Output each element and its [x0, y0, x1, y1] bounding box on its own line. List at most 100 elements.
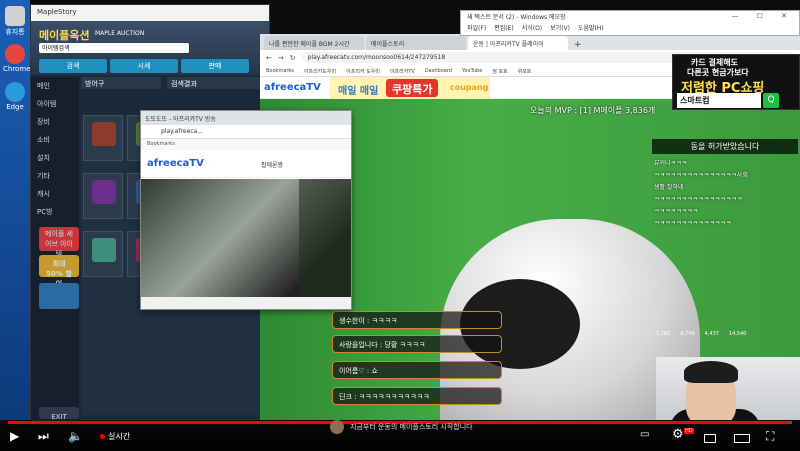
exit-button[interactable]: EXIT	[39, 407, 79, 421]
sidebar-item[interactable]: 아이템	[31, 95, 79, 113]
maple-header: 메이플옥션 MAPLE AUCTION 아이템검색 검색 시세 판매	[31, 21, 269, 75]
menu-item[interactable]: 편집(E)	[494, 23, 514, 32]
chat-line: 생활 잘하네	[654, 184, 684, 191]
chat-line: ㅋㅋㅋㅋㅋㅋㅋㅋ	[654, 208, 699, 215]
tab-search[interactable]: 검색	[39, 59, 107, 73]
desktop-icon-label: Edge	[6, 103, 24, 111]
new-tab-icon[interactable]: +	[570, 40, 586, 50]
chat-bubble: 이어름♡ : 쇼	[332, 361, 502, 379]
bookmark-item[interactable]: 위포트	[518, 68, 532, 75]
tab-price[interactable]: 시세	[110, 59, 178, 73]
item-slot[interactable]	[83, 173, 123, 219]
theater-icon[interactable]	[734, 432, 750, 446]
back-icon[interactable]: ←	[266, 54, 272, 62]
popup-tab[interactable]: 도또도또 - 아프리카TV 방송	[141, 111, 351, 125]
popup-toolbar[interactable]	[141, 297, 351, 309]
category-dropdown[interactable]: 방어구	[81, 77, 161, 89]
reload-icon[interactable]: ↻	[290, 54, 296, 62]
maple-sidebar: 메인 아이템 장비 소비 설치 기타 캐시 PC방 메이플 세이브 아이템 최대…	[31, 77, 79, 422]
desktop-icon-edge[interactable]: Edge	[3, 82, 27, 111]
settings-icon[interactable]: ⚙	[672, 427, 684, 442]
stat-value: 14,540	[728, 331, 747, 337]
sidebar-item[interactable]: 메인	[31, 77, 79, 95]
bookmark-item[interactable]: 아프리카 도우미	[346, 68, 380, 75]
fullscreen-icon[interactable]: ⛶	[766, 429, 774, 444]
pc-shop-ad[interactable]: 카드 결제해도 다른곳 현금가보다 저렴한 PC쇼핑 스마트컴 Q	[672, 54, 800, 110]
live-indicator[interactable]: 실시간	[100, 431, 130, 442]
chat-line: ㅋㅋㅋㅋㅋㅋㅋㅋㅋㅋㅋㅋㅋㅋㅋ사회	[654, 172, 748, 179]
ad-search-box[interactable]: 스마트컴	[677, 93, 761, 108]
browser-tabstrip: 나를 편안한 메이플 BGM 2시간 메이플스토리 운동 | 아프리카TV 플레…	[260, 34, 800, 50]
windows-desktop: 휴지통 Chrome Edge	[0, 0, 30, 420]
window-controls[interactable]: — ☐ ✕	[731, 12, 795, 20]
menu-item[interactable]: 도움말(H)	[578, 23, 604, 32]
forward-icon[interactable]: →	[278, 54, 284, 62]
chat-notice: 동을 허가받았습니다	[652, 139, 798, 154]
sidebar-item[interactable]: PC방	[31, 203, 79, 221]
subtitles-icon[interactable]: ▭	[640, 429, 649, 440]
tab-sell[interactable]: 판매	[181, 59, 249, 73]
popup-user[interactable]: 팝에론짱	[261, 160, 283, 169]
stat-value: 8,749	[680, 331, 695, 337]
notepad-window: 새 텍스트 문서 (2) - Windows 메모장 파일(F) 편집(E) 서…	[460, 10, 800, 36]
chat-line: ㅋㅋㅋㅋㅋㅋㅋㅋㅋㅋㅋㅋㅋㅋ	[654, 220, 732, 227]
menu-item[interactable]: 보기(V)	[550, 23, 570, 32]
play-icon[interactable]: ▶	[10, 429, 19, 443]
browser-tab[interactable]: 나를 편안한 메이플 BGM 2시간	[264, 36, 364, 50]
notepad-menu: 파일(F) 편집(E) 서식(O) 보기(V) 도움말(H)	[461, 22, 799, 33]
stat-value: 1,160	[656, 331, 671, 337]
miniplayer-icon[interactable]	[704, 432, 716, 446]
sidebar-item[interactable]: 기타	[31, 167, 79, 185]
bookmark-item[interactable]: 정 포토	[492, 68, 507, 75]
item-icon	[92, 238, 116, 262]
browser-tab[interactable]: 메이플스토리	[366, 36, 466, 50]
chat-bubble: 생수한이 : ㅋㅋㅋㅋ	[332, 311, 502, 329]
sidebar-item[interactable]: 소비	[31, 131, 79, 149]
bookmark-item[interactable]: 아프리카도우미	[304, 68, 336, 75]
maple-titlebar[interactable]: MapleStory	[31, 5, 269, 21]
next-icon[interactable]: ⏭	[38, 429, 49, 444]
popup-address-bar[interactable]: play.afreeca...	[141, 125, 351, 139]
volume-icon[interactable]: 🔈	[68, 429, 83, 443]
menu-item[interactable]: 파일(F)	[467, 23, 486, 32]
bookmark-item[interactable]: Dashboard	[425, 68, 452, 74]
stream-caption: 지금부터 운동의 메이플스토리 시작합니다	[330, 420, 630, 434]
bookmark-item[interactable]: YouTube	[462, 68, 482, 74]
item-icon	[92, 122, 116, 146]
discount-banner[interactable]: 최대 50% 할인	[39, 255, 79, 288]
results-label: 검색결과	[167, 77, 267, 89]
desktop-icon-recycle[interactable]: 휴지통	[3, 6, 27, 37]
popup-bookmarks[interactable]: Bookmarks	[141, 139, 351, 150]
caption-avatar	[330, 420, 344, 434]
maple-tabs: 검색 시세 판매	[39, 59, 249, 73]
item-slot[interactable]	[83, 231, 123, 277]
bookmark-item[interactable]: Bookmarks	[266, 68, 294, 74]
chat-bubble: 사랑을입니다 : 당황 ㅋㅋㅋㅋ	[332, 335, 502, 353]
coupang-banner[interactable]: 매일 매일 쿠팡특가 coupang	[330, 77, 490, 99]
popup-afreeca-header: afreecaTV 팝에론짱	[141, 150, 351, 178]
bookmark-item[interactable]: 아프리카TV	[390, 68, 415, 75]
promo-banner[interactable]: 메이플 세이브 아이템	[39, 227, 79, 258]
stream-stats: 1,160 8,749 4,437 14,540	[656, 331, 800, 337]
popup-afreeca-logo[interactable]: afreecaTV	[147, 158, 204, 169]
stat-value: 4,437	[704, 331, 719, 337]
afreeca-logo[interactable]: afreecaTV	[264, 82, 321, 93]
mvp-text: 오늘의 MVP : [1] M메이플 3,836개	[530, 106, 656, 115]
screen: 휴지통 Chrome Edge MapleStory 메이플옥션 MAPLE A…	[0, 0, 800, 451]
browser-tab-active[interactable]: 운동 | 아프리카TV 플레이어	[468, 36, 568, 50]
sidebar-item[interactable]: 설치	[31, 149, 79, 167]
item-slot[interactable]	[83, 115, 123, 161]
search-icon[interactable]: Q	[763, 93, 779, 108]
desktop-icon-chrome[interactable]: Chrome	[3, 44, 30, 73]
banner-daily: 매일 매일	[338, 86, 379, 97]
maple-brand-en: MAPLE AUCTION	[95, 30, 145, 37]
menu-item[interactable]: 서식(O)	[522, 23, 542, 32]
promo-tile[interactable]	[39, 283, 79, 309]
sidebar-item[interactable]: 캐시	[31, 185, 79, 203]
recycle-bin-icon	[5, 6, 25, 26]
caption-text: 지금부터 운동의 메이플스토리 시작합니다	[350, 423, 473, 431]
chat-bubble: 딘크 : ㅋㅋㅋㅋㅋㅋㅋㅋㅋㅋㅋ	[332, 387, 502, 405]
item-search-input[interactable]: 아이템검색	[39, 43, 189, 53]
live-dot	[100, 434, 105, 439]
sidebar-item[interactable]: 장비	[31, 113, 79, 131]
